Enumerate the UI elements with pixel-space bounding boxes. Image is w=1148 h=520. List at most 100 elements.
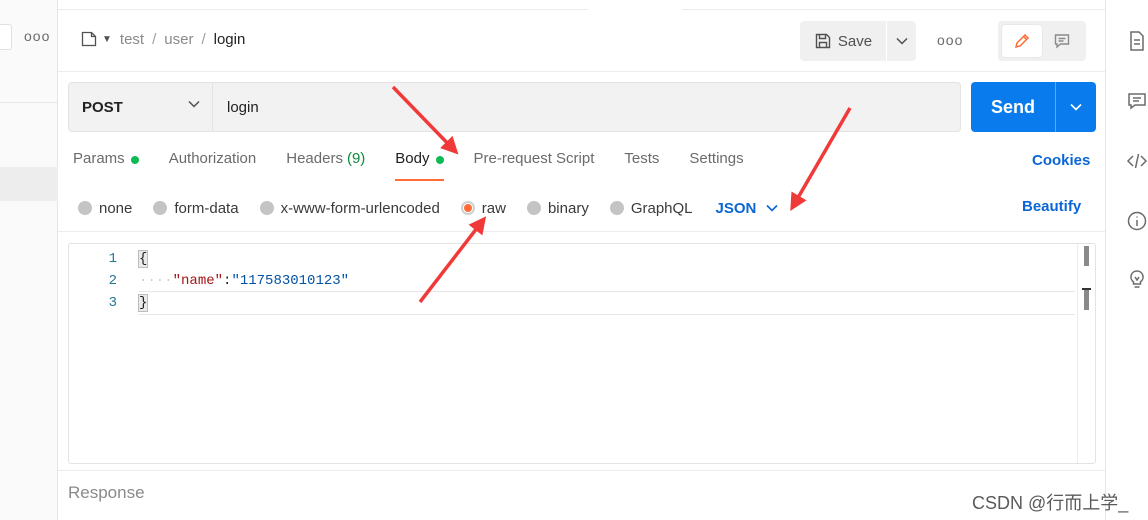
json-key: "name" — [172, 273, 224, 289]
save-group: Save — [800, 21, 916, 61]
tab-label: Settings — [689, 150, 744, 167]
tab-settings[interactable]: Settings — [689, 150, 743, 182]
documentation-icon[interactable] — [1126, 30, 1148, 52]
radio[interactable] — [78, 201, 92, 215]
save-icon — [815, 33, 831, 49]
body-type-binary[interactable]: binary — [526, 199, 589, 217]
scrollbar-thumb[interactable] — [1084, 290, 1089, 310]
method-label: POST — [82, 98, 123, 116]
response-label[interactable]: Response — [68, 483, 145, 503]
line-number: 2 — [108, 273, 117, 289]
code-line-current: } — [137, 292, 1075, 314]
sidebar-selected-item[interactable] — [0, 167, 58, 201]
breadcrumb-folder[interactable]: user — [164, 31, 193, 48]
status-dot — [130, 156, 139, 164]
sidebar-strip: ooo — [0, 0, 58, 520]
radio-label: GraphQL — [630, 199, 693, 217]
radio[interactable] — [153, 201, 168, 215]
sidebar-search-input[interactable] — [0, 24, 12, 50]
edit-mode-button[interactable] — [1002, 25, 1042, 57]
tab-label: Body — [395, 150, 430, 167]
line-number: 1 — [108, 251, 117, 267]
raw-language-label: JSON — [715, 199, 757, 217]
beautify-link[interactable]: Beautify — [1022, 198, 1081, 215]
tab-label: Headers — [286, 150, 343, 167]
lightbulb-icon[interactable] — [1126, 268, 1148, 290]
send-options-button[interactable] — [1055, 82, 1096, 132]
chevron-down-icon — [895, 37, 908, 45]
save-button[interactable]: Save — [800, 21, 886, 61]
tab-body[interactable]: Body — [395, 150, 444, 182]
cookies-link[interactable]: Cookies — [1032, 152, 1090, 169]
sidebar-more-icon[interactable]: ooo — [24, 28, 50, 44]
request-header: ▼ test / user / login Save ooo — [58, 10, 1105, 72]
radio-label: form-data — [174, 199, 239, 217]
tab-pre-request-script[interactable]: Pre-request Script — [474, 150, 595, 182]
editor-scrollbar[interactable] — [1077, 244, 1095, 463]
response-divider — [58, 470, 1105, 471]
radio[interactable] — [259, 201, 274, 215]
request-doc-icon — [81, 31, 97, 47]
caret-down-icon[interactable]: ▼ — [102, 34, 112, 45]
body-type-none[interactable]: none — [78, 200, 132, 217]
body-type-selector: none form-data x-www-form-urlencoded raw… — [78, 197, 778, 219]
comment-icon — [1054, 34, 1070, 49]
body-type-form-data[interactable]: form-data — [153, 199, 239, 217]
radio-label: none — [99, 199, 133, 217]
tab-tests[interactable]: Tests — [624, 150, 659, 182]
tab-label: Tests — [624, 150, 660, 167]
body-type-urlencoded[interactable]: x-www-form-urlencoded — [259, 199, 440, 217]
radio-selected[interactable] — [460, 201, 475, 215]
radio-label: binary — [547, 199, 589, 217]
body-code-editor[interactable]: 1 2 3 { ····"name":"117583010123" } — [68, 243, 1096, 464]
mode-toggle — [998, 21, 1086, 61]
tab-headers[interactable]: Headers (9) — [286, 150, 365, 182]
breadcrumb-separator: / — [201, 30, 206, 48]
radio[interactable] — [526, 201, 541, 215]
right-toolbar — [1105, 0, 1148, 520]
info-icon[interactable] — [1126, 210, 1148, 232]
close-brace: } — [137, 294, 149, 312]
body-type-raw[interactable]: raw — [460, 199, 506, 217]
code-area[interactable]: { ····"name":"117583010123" } — [137, 248, 1075, 314]
json-value: "117583010123" — [231, 273, 350, 289]
tab-label: Params — [73, 150, 125, 167]
url-input[interactable] — [213, 83, 960, 131]
chevron-down-icon — [188, 100, 200, 108]
watermark: CSDN @行而上学_ — [972, 493, 1129, 513]
code-line: { — [137, 248, 1075, 270]
line-number-gutter: 1 2 3 — [69, 244, 131, 314]
comments-icon[interactable] — [1126, 90, 1148, 112]
save-options-button[interactable] — [886, 21, 916, 61]
code-icon[interactable] — [1126, 150, 1148, 172]
breadcrumb-collection[interactable]: test — [120, 31, 144, 48]
body-type-graphql[interactable]: GraphQL — [609, 199, 693, 217]
method-select[interactable]: POST — [69, 83, 213, 131]
scrollbar-marker — [1084, 246, 1089, 266]
comment-mode-button[interactable] — [1042, 25, 1082, 57]
send-button[interactable]: Send — [971, 82, 1055, 132]
tab-label: Pre-request Script — [473, 150, 595, 167]
sidebar-divider — [0, 102, 58, 103]
pencil-icon — [1014, 33, 1030, 49]
tab-authorization[interactable]: Authorization — [169, 150, 257, 182]
status-dot — [435, 156, 444, 164]
tab-count: (9) — [346, 150, 366, 167]
open-brace: { — [137, 250, 149, 268]
line-number: 3 — [108, 295, 117, 311]
radio-label: x-www-form-urlencoded — [280, 199, 440, 217]
url-bar: POST — [68, 82, 961, 132]
save-button-label: Save — [837, 32, 873, 50]
send-button-group: Send — [971, 82, 1096, 132]
tab-label: Authorization — [168, 150, 257, 167]
radio-label: raw — [481, 199, 506, 217]
raw-language-select[interactable]: JSON — [716, 200, 779, 217]
indent-whitespace: ···· — [139, 273, 173, 289]
code-line: ····"name":"117583010123" — [139, 270, 1075, 292]
more-actions-icon[interactable]: ooo — [937, 32, 963, 48]
tab-params[interactable]: Params — [73, 150, 139, 182]
radio[interactable] — [609, 201, 624, 215]
breadcrumb-request[interactable]: login — [214, 31, 246, 48]
chevron-down-icon — [766, 204, 778, 212]
breadcrumb-separator: / — [152, 30, 157, 48]
